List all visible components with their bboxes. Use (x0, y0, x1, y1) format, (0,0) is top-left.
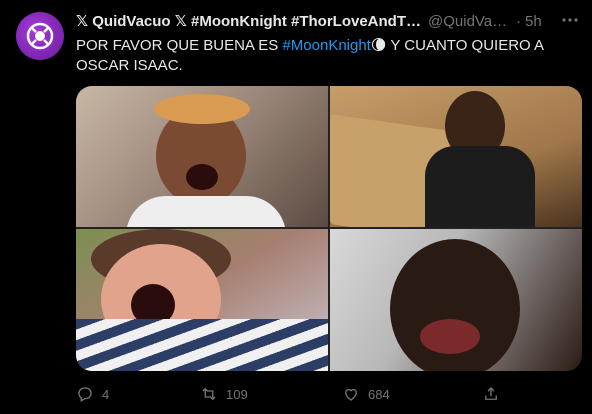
like-button[interactable]: 684 (342, 385, 390, 403)
media-grid (76, 86, 582, 371)
moon-emoji: 🌘 (370, 37, 387, 54)
tweet-header: 𝕏 QuidVacuo 𝕏 #MoonKnight #ThorLoveAndTh… (76, 11, 580, 31)
mouth-shape (186, 164, 218, 190)
share-button[interactable] (482, 385, 500, 403)
more-dots-icon (562, 18, 578, 22)
mouth-shape (420, 319, 480, 354)
more-options-button[interactable] (560, 10, 580, 30)
heart-icon (345, 388, 357, 401)
retweet-count: 109 (226, 386, 248, 402)
tweet-timestamp[interactable]: 5h (525, 13, 542, 30)
media-image-4[interactable] (330, 229, 582, 371)
retweet-icon (202, 387, 216, 401)
tweet-text: POR FAVOR QUE BUENA ES #MoonKnight🌘 Y CU… (76, 36, 546, 76)
shirt-shape (126, 196, 286, 227)
media-image-2[interactable] (330, 86, 582, 227)
striped-shirt-shape (76, 319, 328, 371)
retweet-button[interactable]: 109 (200, 385, 248, 403)
separator-dot: · (516, 12, 521, 30)
display-name[interactable]: 𝕏 QuidVacuo 𝕏 #MoonKnight #ThorLoveAndTh… (76, 12, 422, 30)
user-handle[interactable]: @QuidVac... (428, 13, 512, 30)
tweet-text-start: POR FAVOR QUE BUENA ES (76, 37, 283, 54)
media-image-3[interactable] (76, 229, 328, 371)
avatar[interactable] (16, 12, 64, 60)
avatar-logo-icon (26, 22, 54, 50)
reply-icon (78, 387, 92, 402)
share-icon (485, 387, 497, 400)
tweet-actions: 4 109 684 (76, 382, 536, 406)
like-count: 684 (368, 386, 390, 402)
hashtag-link[interactable]: #MoonKnight (282, 37, 370, 54)
reply-button[interactable]: 4 (76, 385, 109, 403)
reply-count: 4 (102, 386, 110, 402)
body-shape (425, 146, 535, 227)
headband-shape (154, 94, 250, 124)
media-image-1[interactable] (76, 86, 328, 227)
